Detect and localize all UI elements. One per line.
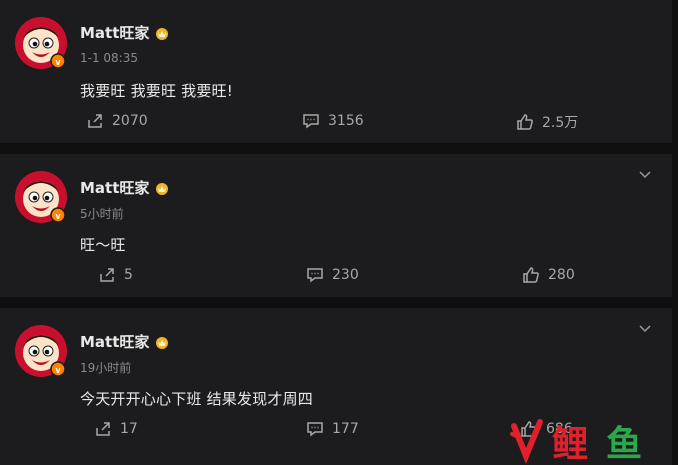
svg-text:v: v [55, 57, 60, 67]
like-button[interactable]: 2.5万 [516, 112, 578, 132]
post-text: 我要旺 我要旺 我要旺! [80, 82, 233, 100]
post-time[interactable]: 19小时前 [80, 359, 131, 376]
share-count: 17 [120, 421, 138, 437]
like-count: 686 [546, 421, 573, 437]
svg-text:v: v [55, 365, 60, 375]
share-count: 5 [124, 267, 133, 283]
like-count: 2.5万 [542, 115, 579, 131]
like-button[interactable]: 686 [520, 420, 573, 438]
post-text: 旺～旺 [80, 236, 126, 254]
like-count: 280 [548, 267, 575, 283]
comment-count: 230 [332, 267, 359, 283]
share-icon [88, 114, 102, 128]
share-icon [100, 268, 114, 282]
chevron-down-icon[interactable] [638, 322, 652, 336]
username[interactable]: Matt旺家 [80, 331, 170, 352]
share-button[interactable]: 2070 [86, 112, 148, 130]
share-count: 2070 [112, 113, 148, 129]
comment-icon [303, 114, 319, 129]
post-time[interactable]: 1-1 08:35 [80, 51, 138, 65]
share-icon [96, 422, 110, 436]
username-text: Matt旺家 [80, 179, 150, 197]
comment-count: 3156 [328, 113, 364, 129]
comment-icon [307, 268, 323, 283]
post-actions: 17 177 686 [0, 420, 672, 442]
post-card: v Matt旺家 5小时前 旺～旺 5 230 280 [0, 154, 672, 297]
svg-text:v: v [55, 211, 60, 221]
crown-badge-icon [156, 27, 169, 40]
post-time[interactable]: 5小时前 [80, 205, 124, 222]
avatar[interactable]: v [14, 324, 68, 378]
comment-count: 177 [332, 421, 359, 437]
username[interactable]: Matt旺家 [80, 22, 170, 43]
like-button[interactable]: 280 [522, 266, 575, 284]
post-actions: 2070 3156 2.5万 [0, 112, 672, 134]
username[interactable]: Matt旺家 [80, 177, 170, 198]
comment-icon [307, 422, 323, 437]
comment-button[interactable]: 177 [306, 420, 359, 438]
like-icon [517, 114, 533, 130]
avatar[interactable]: v [14, 16, 68, 70]
post-text: 今天开开心心下班 结果发现才周四 [80, 390, 313, 408]
comment-button[interactable]: 230 [306, 266, 359, 284]
comment-button[interactable]: 3156 [302, 112, 364, 130]
crown-badge-icon [156, 336, 169, 349]
username-text: Matt旺家 [80, 24, 150, 42]
share-button[interactable]: 17 [94, 420, 138, 438]
like-icon [523, 267, 539, 283]
share-button[interactable]: 5 [98, 266, 133, 284]
post-card: v Matt旺家 19小时前 今天开开心心下班 结果发现才周四 17 177 6… [0, 308, 672, 465]
crown-badge-icon [156, 182, 169, 195]
post-actions: 5 230 280 [0, 266, 672, 288]
avatar[interactable]: v [14, 170, 68, 224]
chevron-down-icon[interactable] [638, 168, 652, 182]
like-icon [521, 421, 537, 437]
post-card: v Matt旺家 1-1 08:35 我要旺 我要旺 我要旺! 2070 315… [0, 0, 672, 143]
username-text: Matt旺家 [80, 333, 150, 351]
